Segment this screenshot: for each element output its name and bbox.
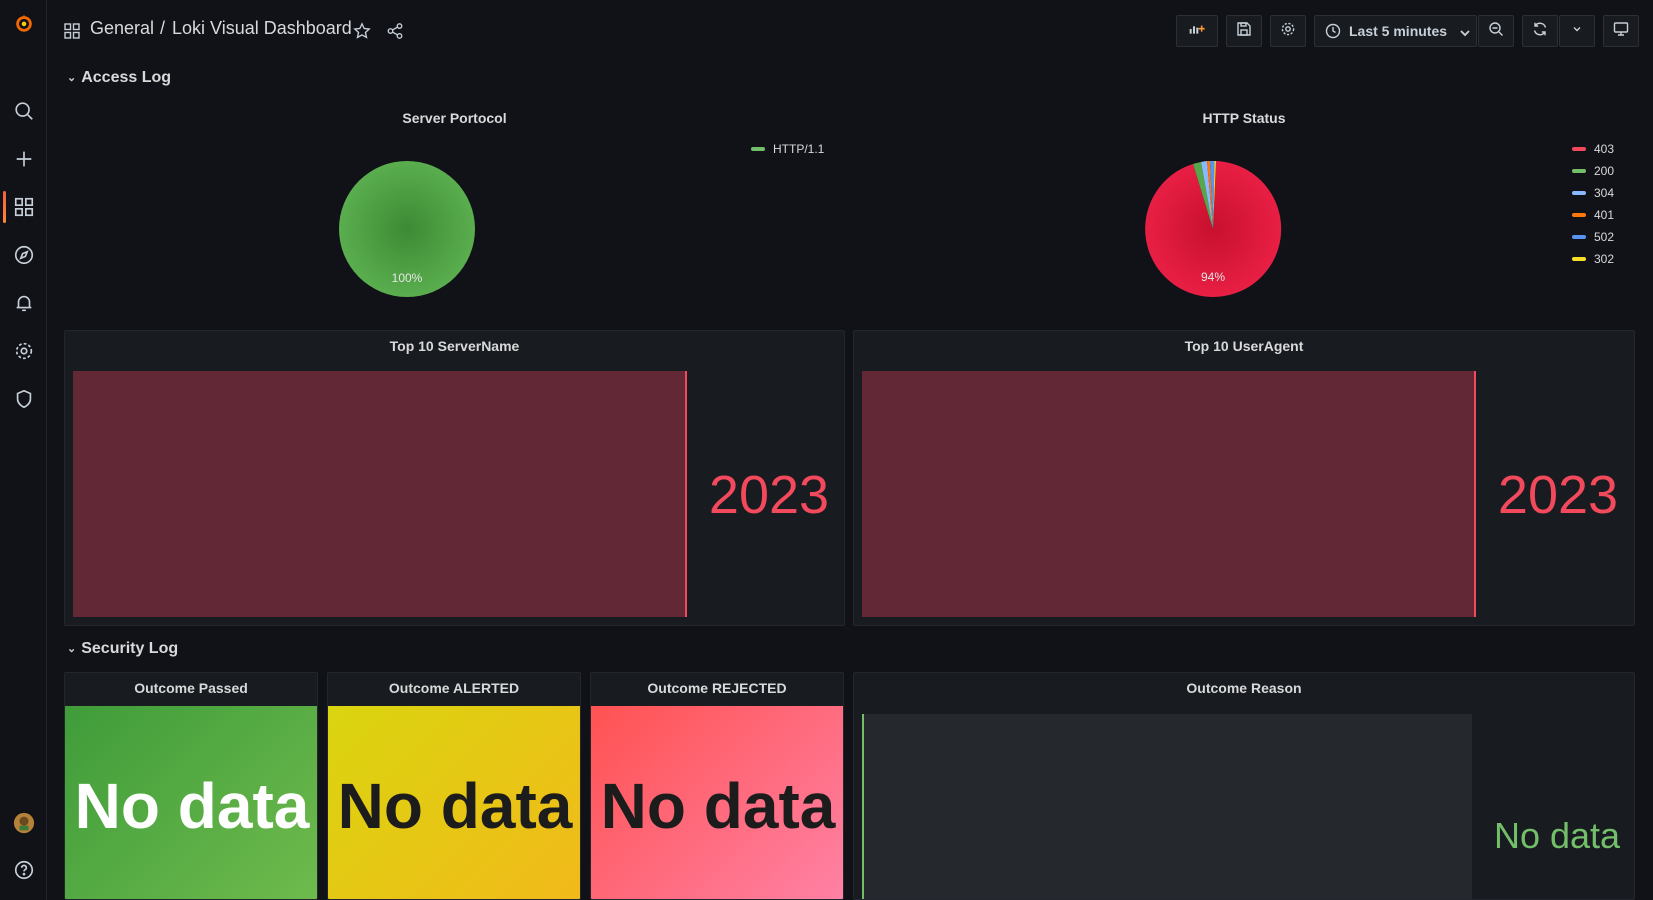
add-panel-button[interactable] (1176, 15, 1218, 47)
legend-swatch (1572, 213, 1586, 217)
panel-top-useragent[interactable]: Top 10 UserAgent 2023 (853, 330, 1635, 626)
time-range-picker[interactable]: Last 5 minutes (1314, 15, 1477, 47)
refresh-button[interactable] (1522, 15, 1558, 47)
save-icon (1236, 21, 1252, 42)
add-panel-icon (1189, 21, 1205, 42)
panel-server-protocol[interactable]: Server Portocol 100% HTTP/1.1 (64, 104, 845, 304)
value-bar (862, 714, 1472, 899)
explore-icon[interactable] (0, 235, 47, 275)
save-dashboard-button[interactable] (1226, 15, 1262, 47)
panel-outcome-reason[interactable]: Outcome Reason No data (853, 672, 1635, 900)
row-title-label: Access Log (81, 69, 172, 86)
legend-item-502[interactable]: 502 (1572, 226, 1614, 248)
zoom-out-button[interactable] (1478, 15, 1514, 47)
legend: 403 200 304 401 502 302 (1572, 138, 1614, 270)
big-value: 2023 (1497, 465, 1619, 525)
legend-label: 302 (1594, 252, 1615, 266)
legend-item-302[interactable]: 302 (1572, 248, 1614, 270)
dashboard-title[interactable]: Loki Visual Dashboard (172, 18, 352, 39)
panel-title: HTTP Status (1202, 110, 1286, 126)
legend-label: 401 (1594, 208, 1615, 222)
legend-swatch (1572, 191, 1586, 195)
clock-icon (1325, 23, 1341, 39)
dashboard-settings-button[interactable] (1270, 15, 1306, 47)
big-value: 2023 (708, 465, 830, 525)
row-security-log[interactable]: ⌄ Security Log (67, 640, 178, 658)
chevron-down-icon: ⌄ (67, 642, 77, 655)
panel-top-servername[interactable]: Top 10 ServerName 2023 (64, 330, 845, 626)
pie-slice-label: 94% (1201, 270, 1225, 284)
legend-swatch (1572, 257, 1586, 261)
search-icon[interactable] (0, 91, 47, 131)
legend: HTTP/1.1 (751, 138, 824, 160)
star-icon[interactable] (353, 22, 371, 45)
row-access-log[interactable]: ⌄ Access Log (67, 69, 171, 87)
breadcrumb-folder[interactable]: General (90, 18, 154, 39)
panel-title: Outcome ALERTED (388, 680, 520, 696)
value-bar (862, 371, 1476, 617)
chevron-down-icon: ⌄ (67, 71, 77, 84)
legend-item-401[interactable]: 401 (1572, 204, 1614, 226)
http-status-pie: 94% (1145, 160, 1282, 297)
legend-label: 304 (1594, 186, 1615, 200)
legend-item-304[interactable]: 304 (1572, 182, 1614, 204)
legend-label: 502 (1594, 230, 1615, 244)
tv-mode-button[interactable] (1603, 15, 1639, 47)
big-value: No data (1493, 815, 1621, 856)
pie-slice-label: 100% (392, 271, 423, 285)
dashboards-icon[interactable] (0, 187, 47, 227)
panel-http-status[interactable]: HTTP Status 94% 403 200 304 401 502 302 (853, 104, 1635, 304)
legend-label: HTTP/1.1 (773, 142, 825, 156)
share-icon[interactable] (386, 22, 404, 45)
value-bar (73, 371, 687, 617)
breadcrumb-separator: / (160, 18, 166, 38)
panel-outcome-rejected[interactable]: Outcome REJECTED No data (590, 672, 844, 900)
panel-title: Outcome Passed (134, 680, 248, 696)
configuration-icon[interactable] (0, 331, 47, 371)
row-title-label: Security Log (81, 640, 179, 657)
panel-title: Server Portocol (402, 110, 507, 126)
panel-title: Top 10 UserAgent (1184, 338, 1304, 354)
panel-title: Outcome Reason (1186, 680, 1302, 696)
avatar[interactable] (0, 803, 47, 843)
legend-item-http11[interactable]: HTTP/1.1 (751, 138, 824, 160)
legend-swatch (751, 147, 765, 151)
dashboard-grid-icon (64, 23, 80, 39)
stat-value: No data (591, 706, 843, 899)
legend-swatch (1572, 169, 1586, 173)
top-bar: General / Loki Visual Dashboard Last 5 m… (47, 0, 1653, 64)
alerting-icon[interactable] (0, 283, 47, 323)
chevron-down-icon (1569, 21, 1585, 42)
help-icon[interactable] (0, 850, 47, 890)
stat-value: No data (65, 706, 317, 899)
server-protocol-pie: 100% (339, 161, 475, 297)
sidebar (0, 0, 47, 900)
legend-swatch (1572, 235, 1586, 239)
shield-icon[interactable] (0, 379, 47, 419)
chevron-down-icon (1457, 25, 1470, 37)
plus-icon[interactable] (0, 139, 47, 179)
panel-outcome-alerted[interactable]: Outcome ALERTED No data (327, 672, 581, 900)
refresh-icon (1532, 21, 1548, 42)
stat-value: No data (328, 706, 580, 899)
time-range-label: Last 5 minutes (1349, 23, 1448, 39)
monitor-icon (1613, 21, 1629, 42)
legend-item-403[interactable]: 403 (1572, 138, 1614, 160)
legend-label: 403 (1594, 142, 1615, 156)
legend-swatch (1572, 147, 1586, 151)
panel-title: Top 10 ServerName (389, 338, 520, 354)
panel-title: Outcome REJECTED (647, 680, 787, 696)
grafana-logo-icon[interactable] (0, 3, 47, 43)
legend-label: 200 (1594, 164, 1615, 178)
zoom-out-icon (1488, 21, 1504, 42)
refresh-interval-dropdown[interactable] (1559, 15, 1595, 47)
legend-item-200[interactable]: 200 (1572, 160, 1614, 182)
panel-outcome-passed[interactable]: Outcome Passed No data (64, 672, 318, 900)
gear-icon (1280, 21, 1296, 42)
